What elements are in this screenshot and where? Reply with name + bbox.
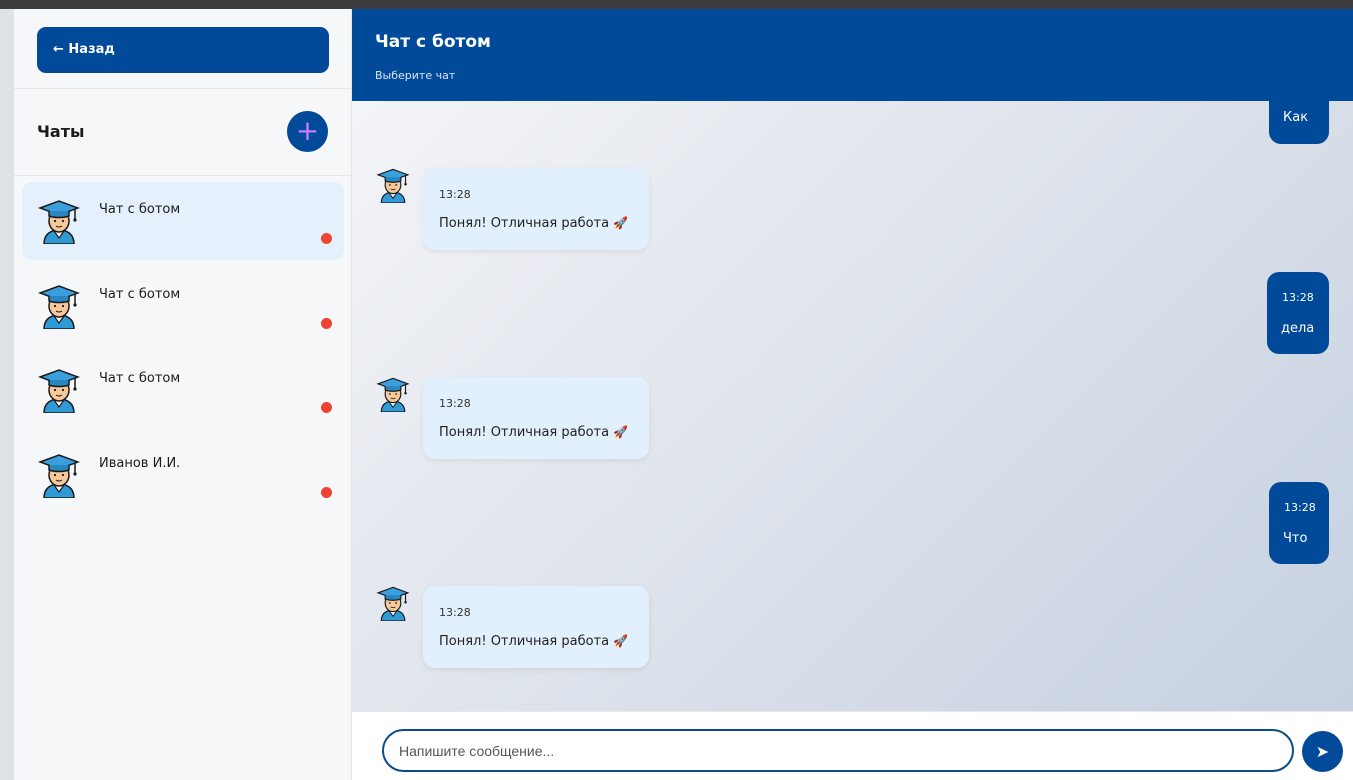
chat-name: Чат с ботом bbox=[99, 371, 181, 386]
bot-message: 13:28 Понял! Отличная работа 🚀 bbox=[423, 586, 649, 668]
user-message: 13:28 Что bbox=[1269, 482, 1329, 564]
chat-sidebar: ← Назад Чаты + Чат с ботом Чат с ботом Ч… bbox=[14, 9, 352, 780]
chat-name: Чат с ботом bbox=[99, 202, 181, 217]
bot-message: 13:28 Понял! Отличная работа 🚀 bbox=[423, 168, 649, 250]
message-time: 13:28 bbox=[439, 606, 471, 619]
message-composer: ➤ bbox=[352, 711, 1353, 780]
message-text: Понял! Отличная работа 🚀 bbox=[439, 425, 629, 440]
chat-list-item[interactable]: Чат с ботом bbox=[22, 267, 344, 345]
message-text: Что bbox=[1283, 531, 1308, 546]
send-button[interactable]: ➤ bbox=[1302, 731, 1343, 772]
message-list[interactable]: Как 13:28 Понял! Отличная работа 🚀 13:28… bbox=[352, 101, 1353, 711]
chat-list-item[interactable]: Чат с ботом bbox=[22, 351, 344, 429]
chat-subtitle: Выберите чат bbox=[375, 69, 456, 82]
add-chat-button[interactable]: + bbox=[287, 111, 328, 152]
message-text: Понял! Отличная работа 🚀 bbox=[439, 216, 629, 231]
back-section: ← Назад bbox=[14, 9, 351, 89]
message-time: 13:28 bbox=[439, 188, 471, 201]
back-button[interactable]: ← Назад bbox=[37, 27, 329, 73]
message-time: 13:28 bbox=[1284, 501, 1316, 514]
bot-avatar-icon bbox=[376, 167, 410, 203]
plus-icon: + bbox=[295, 114, 320, 147]
student-avatar-icon bbox=[38, 283, 80, 329]
unread-indicator bbox=[321, 487, 332, 498]
user-message: 13:28 дела bbox=[1267, 272, 1329, 354]
chat-list-item[interactable]: Чат с ботом bbox=[22, 182, 344, 260]
chat-main: Чат с ботом Выберите чат Как 13:28 Понял… bbox=[352, 9, 1353, 780]
bot-message: 13:28 Понял! Отличная работа 🚀 bbox=[423, 377, 649, 459]
message-input[interactable] bbox=[382, 729, 1294, 772]
unread-indicator bbox=[321, 402, 332, 413]
unread-indicator bbox=[321, 233, 332, 244]
bot-avatar-icon bbox=[376, 376, 410, 412]
chats-title: Чаты bbox=[37, 122, 85, 141]
message-text: дела bbox=[1281, 321, 1315, 336]
student-avatar-icon bbox=[38, 198, 80, 244]
send-arrow-icon: ➤ bbox=[1315, 742, 1330, 761]
unread-indicator bbox=[321, 318, 332, 329]
chat-name: Чат с ботом bbox=[99, 287, 181, 302]
rocket-icon: 🚀 bbox=[613, 634, 629, 648]
rocket-icon: 🚀 bbox=[613, 425, 629, 439]
message-time: 13:28 bbox=[1282, 291, 1314, 304]
user-message: Как bbox=[1269, 101, 1329, 144]
message-text: Понял! Отличная работа 🚀 bbox=[439, 634, 629, 649]
chats-header: Чаты + bbox=[14, 89, 351, 176]
left-gutter bbox=[0, 9, 14, 780]
bot-avatar-icon bbox=[376, 585, 410, 621]
student-avatar-icon bbox=[38, 452, 80, 498]
chat-title: Чат с ботом bbox=[375, 32, 491, 52]
message-time: 13:28 bbox=[439, 397, 471, 410]
message-text: Как bbox=[1283, 110, 1309, 125]
chat-header: Чат с ботом Выберите чат bbox=[352, 9, 1353, 101]
student-avatar-icon bbox=[38, 367, 80, 413]
rocket-icon: 🚀 bbox=[613, 216, 629, 230]
chat-list-item[interactable]: Иванов И.И. bbox=[22, 436, 344, 514]
browser-top-strip bbox=[0, 0, 1353, 9]
chat-name: Иванов И.И. bbox=[99, 456, 181, 471]
